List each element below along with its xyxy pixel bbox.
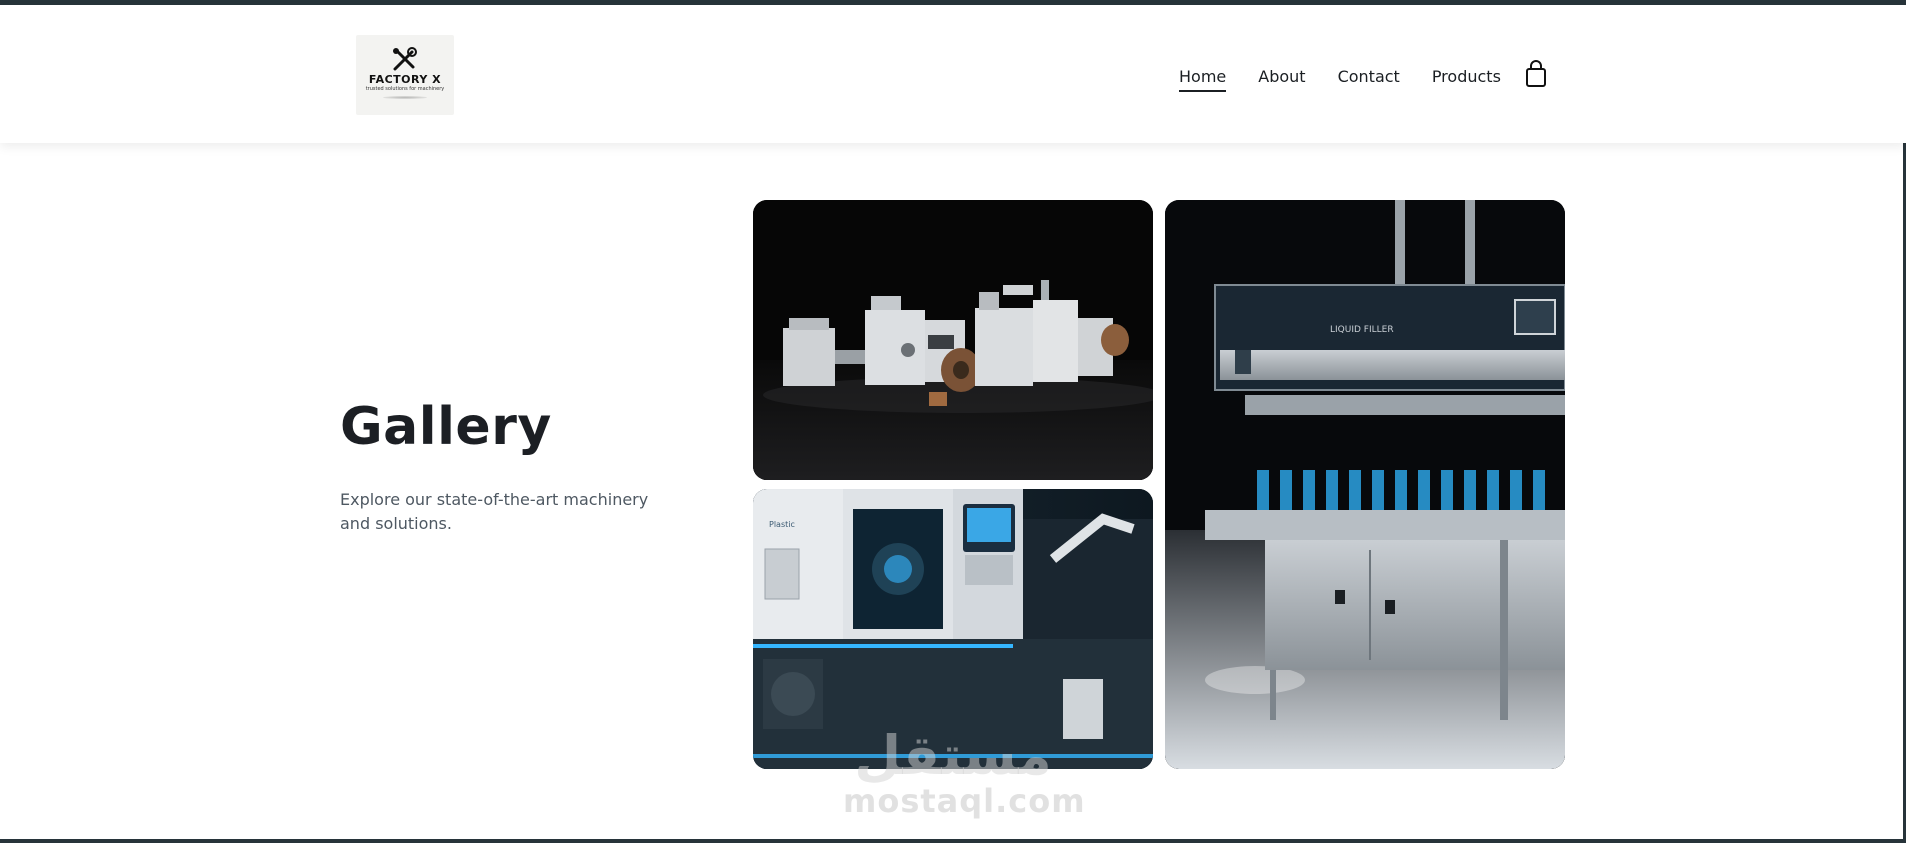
gallery-image-injection-molding-machine[interactable]: Plastic xyxy=(753,489,1153,769)
nav-about[interactable]: About xyxy=(1258,67,1305,90)
logo-shadow xyxy=(383,96,427,99)
page-subtitle: Explore our state-of-the-art machinery a… xyxy=(340,490,649,533)
logo-tagline: trusted solutions for machinery xyxy=(365,86,445,92)
nav-contact[interactable]: Contact xyxy=(1338,67,1400,90)
wrench-gear-icon xyxy=(393,47,417,71)
page-title: Gallery xyxy=(340,397,552,457)
logo-name: FACTORY X xyxy=(368,73,442,86)
shopping-bag-icon[interactable] xyxy=(1524,60,1548,88)
window-bottom-border xyxy=(0,839,1906,843)
nav-products[interactable]: Products xyxy=(1432,67,1501,90)
gallery-image-bottle-filling-machine[interactable]: LIQUID FILLER xyxy=(1165,200,1565,769)
panel-label: Plastic xyxy=(769,520,795,529)
nav-home[interactable]: Home xyxy=(1179,67,1227,92)
machine-label: LIQUID FILLER xyxy=(1330,325,1394,335)
watermark-latin: mostaql.com xyxy=(843,782,1086,820)
main-nav: Home About Contact Products xyxy=(1179,63,1533,93)
site-header: FACTORY X trusted solutions for machiner… xyxy=(0,5,1906,143)
gallery-image-paper-bag-machine[interactable] xyxy=(753,200,1153,480)
site-logo[interactable]: FACTORY X trusted solutions for machiner… xyxy=(356,35,454,115)
